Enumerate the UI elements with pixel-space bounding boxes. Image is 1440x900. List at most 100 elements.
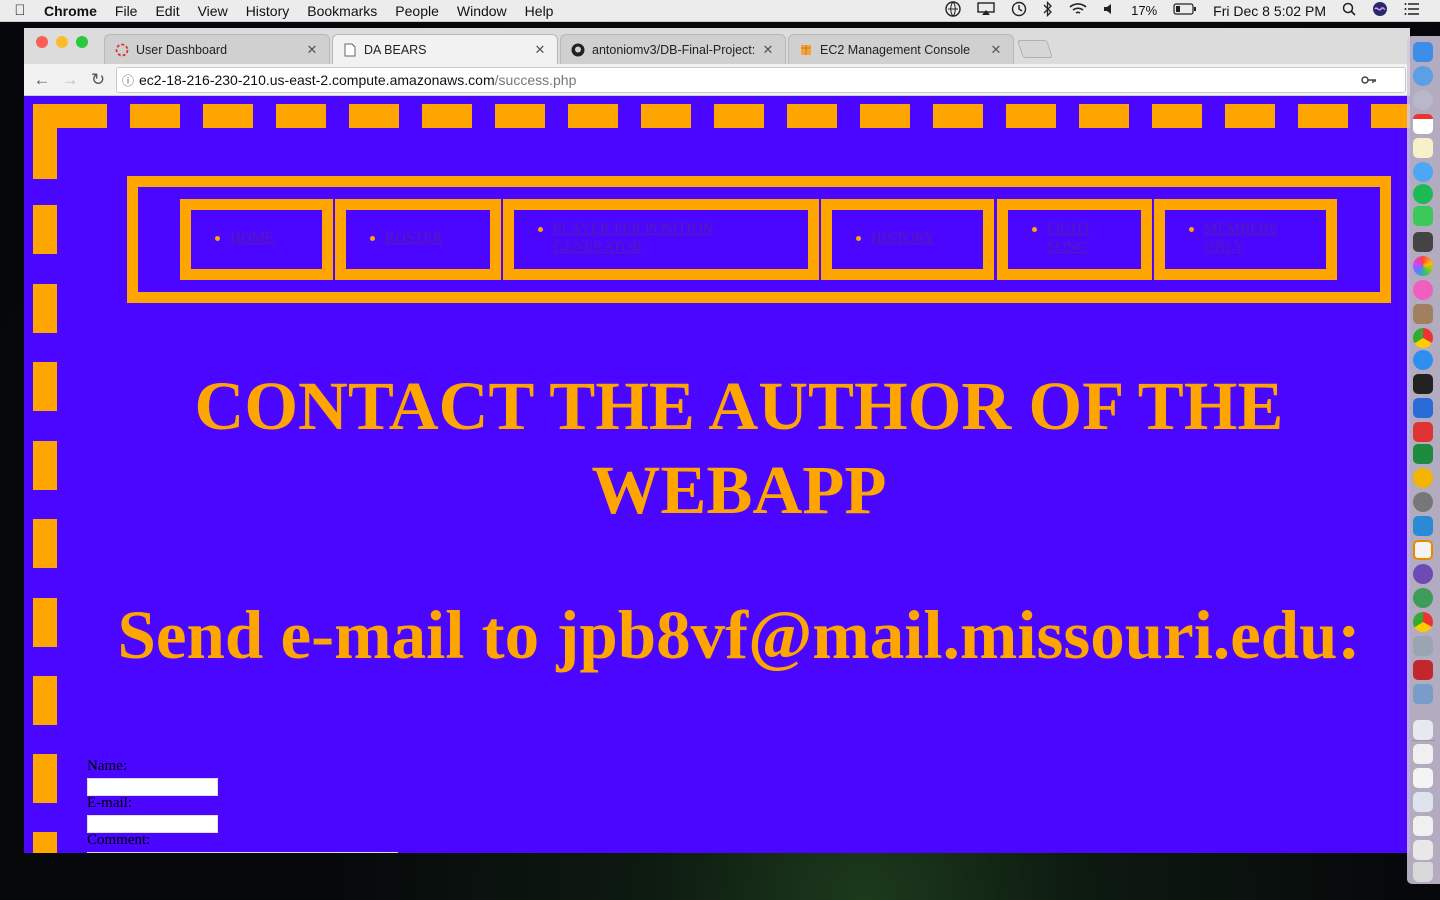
time-machine-icon[interactable] [1003, 1, 1035, 20]
decorative-border [33, 832, 57, 853]
trash-icon[interactable] [1413, 862, 1433, 882]
app-store-icon[interactable] [1413, 350, 1433, 370]
tab-ec2-console[interactable]: EC2 Management Console ✕ [788, 34, 1014, 64]
apple-icon[interactable]:  [0, 2, 40, 19]
menu-edit[interactable]: Edit [146, 3, 188, 19]
close-icon[interactable]: ✕ [989, 42, 1003, 58]
menu-view[interactable]: View [189, 3, 237, 19]
document-thumbnail-icon[interactable] [1413, 720, 1433, 740]
comment-field[interactable] [87, 852, 398, 853]
airplay-icon[interactable] [969, 2, 1003, 19]
excel-icon[interactable] [1413, 444, 1433, 464]
close-icon[interactable]: ✕ [305, 42, 319, 58]
tab-da-bears[interactable]: DA BEARS ✕ [332, 34, 558, 65]
menu-people[interactable]: People [386, 3, 448, 19]
document-thumbnail-icon[interactable] [1413, 768, 1433, 788]
forward-arrow-icon[interactable]: → [56, 70, 84, 90]
nav-list-item: FIGHT SONG [1032, 220, 1112, 256]
nav-list-item: MEMBERS ONLY [1189, 220, 1289, 256]
url-path: /success.php [494, 72, 577, 88]
document-thumbnail-icon[interactable] [1413, 840, 1433, 860]
decorative-border [1079, 104, 1129, 128]
close-icon[interactable]: ✕ [761, 42, 775, 58]
new-tab-button[interactable] [1017, 40, 1053, 58]
siri-dock-icon[interactable] [1413, 66, 1433, 86]
wifi-icon[interactable] [1061, 2, 1095, 19]
document-thumbnail-icon[interactable] [1413, 744, 1433, 764]
minimize-window-button[interactable] [56, 36, 68, 48]
zoom-window-button[interactable] [76, 36, 88, 48]
battery-icon[interactable] [1165, 3, 1205, 18]
facetime-icon[interactable] [1413, 206, 1433, 226]
photos-icon[interactable] [1413, 256, 1433, 276]
close-window-button[interactable] [36, 36, 48, 48]
email-field[interactable] [87, 815, 218, 833]
launchpad-icon[interactable] [1413, 90, 1433, 110]
decorative-border [495, 104, 545, 128]
menu-help[interactable]: Help [516, 3, 563, 19]
nav-item-history: HISTORY [821, 199, 994, 280]
reload-icon[interactable]: ↻ [84, 70, 112, 90]
tab-user-dashboard[interactable]: User Dashboard ✕ [104, 34, 330, 64]
menu-history[interactable]: History [237, 3, 299, 19]
downloads-folder-icon[interactable] [1413, 792, 1433, 812]
nav-link-home[interactable]: HOME [230, 230, 274, 246]
decorative-border [787, 104, 837, 128]
finder-icon[interactable] [1413, 42, 1433, 62]
menu-bookmarks[interactable]: Bookmarks [298, 3, 386, 19]
clock[interactable]: Fri Dec 8 5:02 PM [1205, 3, 1334, 19]
nav-link-history[interactable]: HISTORY [871, 230, 935, 246]
spotify-icon[interactable] [1413, 184, 1433, 204]
decorative-border [33, 598, 57, 647]
ibooks-icon[interactable] [1413, 304, 1433, 324]
chrome-icon[interactable] [1413, 328, 1433, 348]
system-preferences-icon[interactable] [1413, 492, 1433, 512]
decorative-border [203, 104, 253, 128]
network-icon[interactable] [1413, 588, 1433, 608]
nav-link-player-generator[interactable]: PLAYER PER POSITION GENERATOR [553, 221, 713, 255]
decorative-border [1298, 104, 1348, 128]
terminal-icon[interactable] [1413, 374, 1433, 394]
chrome-canary-icon[interactable] [1413, 612, 1433, 632]
menu-file[interactable]: File [106, 3, 147, 19]
filezilla-icon[interactable] [1413, 660, 1433, 680]
close-icon[interactable]: ✕ [533, 42, 547, 58]
menu-app-name[interactable]: Chrome [40, 3, 106, 19]
tab-github[interactable]: antoniomv3/DB-Final-Project: ✕ [560, 34, 786, 64]
decorative-border [33, 754, 57, 803]
notes-icon[interactable] [1413, 138, 1433, 158]
volume-icon[interactable] [1095, 2, 1123, 19]
name-field[interactable] [87, 778, 218, 796]
itunes-icon[interactable] [1413, 280, 1433, 300]
siri-icon[interactable] [1364, 1, 1396, 20]
decorative-border [1371, 104, 1410, 128]
globe-icon[interactable] [937, 1, 969, 20]
nav-list-item: HISTORY [856, 229, 935, 247]
spotlight-icon[interactable] [1334, 2, 1364, 19]
github-desktop-icon[interactable] [1413, 564, 1433, 584]
outlook-icon[interactable] [1413, 468, 1433, 488]
back-arrow-icon[interactable]: ← [28, 70, 56, 90]
messages-icon[interactable] [1413, 162, 1433, 182]
nav-link-fight-song[interactable]: FIGHT SONG [1047, 221, 1091, 255]
nav-link-roster[interactable]: ROSTER [385, 230, 443, 246]
preview-icon[interactable] [1413, 684, 1433, 704]
word-icon[interactable] [1413, 398, 1433, 418]
powerpoint-icon[interactable] [1413, 422, 1433, 442]
disk-utility-icon[interactable] [1413, 636, 1433, 656]
battery-percent: 17% [1131, 3, 1158, 18]
calendar-icon[interactable] [1413, 114, 1433, 134]
nav-item-fight-song: FIGHT SONG [997, 199, 1152, 280]
nav-link-members-only[interactable]: MEMBERS ONLY [1204, 221, 1277, 255]
key-icon[interactable] [1361, 73, 1405, 88]
notification-center-icon[interactable] [1396, 3, 1428, 18]
bluetooth-icon[interactable] [1035, 0, 1061, 20]
sourcetree-icon[interactable] [1413, 516, 1433, 536]
menu-window[interactable]: Window [448, 3, 516, 19]
document-thumbnail-icon[interactable] [1413, 816, 1433, 836]
files-icon[interactable] [1413, 540, 1433, 560]
info-icon[interactable]: ⓘ [117, 72, 139, 89]
address-bar[interactable]: ⓘ ec2-18-216-230-210.us-east-2.compute.a… [116, 67, 1406, 93]
decorative-border [276, 104, 326, 128]
photo-booth-icon[interactable] [1413, 232, 1433, 252]
